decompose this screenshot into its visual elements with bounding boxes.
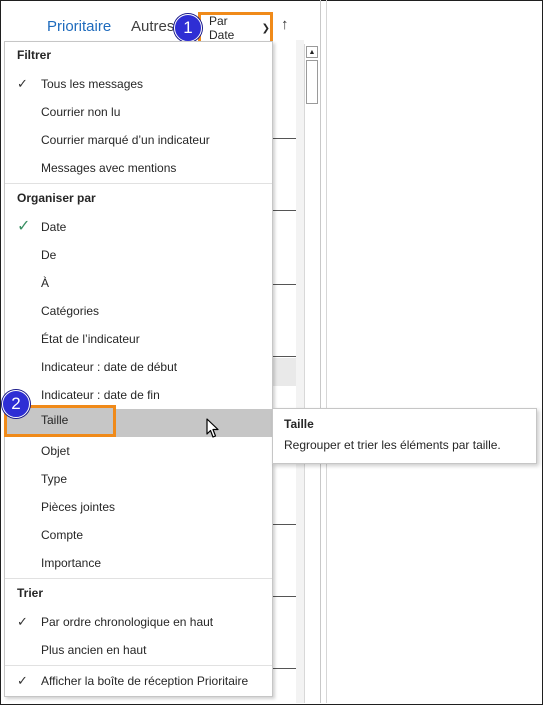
list-row-divider: [271, 668, 297, 669]
menu-item-label: À: [41, 276, 50, 290]
check-icon: ✓: [17, 614, 28, 629]
menu-item-arrange-type[interactable]: Type: [5, 465, 272, 493]
check-icon: ✓: [17, 673, 28, 688]
menu-item-label: Pièces jointes: [41, 500, 116, 514]
menu-item-label: Tous les messages: [41, 77, 144, 91]
menu-item-label: Plus ancien en haut: [41, 643, 147, 657]
menu-separator: [5, 183, 272, 184]
menu-item-label: Messages avec mentions: [41, 161, 177, 175]
inbox-tab-bar: Prioritaire Autres: [1, 0, 321, 40]
scrollbar[interactable]: [304, 44, 320, 703]
menu-item-label: Courrier marqué d’un indicateur: [41, 133, 210, 147]
menu-item-show-focused-inbox[interactable]: ✓ Afficher la boîte de réception Priorit…: [5, 667, 272, 695]
list-row-divider: [271, 596, 297, 597]
list-gutter: [296, 40, 304, 703]
menu-item-label: Indicateur : date de début: [41, 360, 178, 374]
menu-item-label: Type: [41, 472, 68, 486]
scroll-thumb[interactable]: [306, 60, 318, 104]
list-row-shade: [271, 358, 297, 386]
sort-filter-menu: Filtrer ✓ Tous les messages Courrier non…: [4, 41, 273, 697]
step-badge-1: 1: [174, 14, 202, 42]
sort-direction-arrow-icon[interactable]: ↑: [281, 16, 289, 33]
arrange-header: Organiser par: [17, 191, 96, 205]
menu-item-newest-on-top[interactable]: ✓ Par ordre chronologique en haut: [5, 608, 272, 636]
menu-item-label: État de l’indicateur: [41, 332, 140, 346]
menu-item-label: Objet: [41, 444, 70, 458]
menu-item-arrange-flag-status[interactable]: État de l’indicateur: [5, 325, 272, 353]
menu-item-arrange-flag-start[interactable]: Indicateur : date de début: [5, 353, 272, 381]
tooltip-title: Taille: [284, 417, 314, 431]
menu-item-arrange-date[interactable]: ✓ Date: [5, 213, 272, 241]
sort-header: Trier: [17, 586, 44, 600]
list-row-divider: [271, 138, 297, 139]
check-icon: ✓: [17, 76, 28, 91]
menu-item-arrange-to[interactable]: À: [5, 269, 272, 297]
menu-item-oldest-on-top[interactable]: Plus ancien en haut: [5, 636, 272, 664]
menu-separator: [5, 665, 272, 666]
tab-other[interactable]: Autres: [131, 18, 174, 35]
menu-item-label: Afficher la boîte de réception Prioritai…: [41, 674, 249, 688]
menu-item-arrange-subject[interactable]: Objet: [5, 437, 272, 465]
menu-item-label: Catégories: [41, 304, 100, 318]
sort-button-label: Par Date: [209, 14, 235, 42]
menu-item-label: De: [41, 248, 57, 262]
list-row-divider: [271, 210, 297, 211]
menu-item-unread[interactable]: Courrier non lu: [5, 98, 272, 126]
filter-header: Filtrer: [17, 48, 52, 62]
tab-focused[interactable]: Prioritaire: [47, 18, 111, 35]
list-row-divider: [271, 284, 297, 285]
menu-separator: [5, 578, 272, 579]
menu-item-label: Indicateur : date de fin: [41, 388, 160, 402]
menu-item-flagged[interactable]: Courrier marqué d’un indicateur: [5, 126, 272, 154]
menu-item-arrange-attachments[interactable]: Pièces jointes: [5, 493, 272, 521]
chevron-down-icon: ❯: [261, 22, 270, 34]
mouse-pointer-icon: [206, 418, 219, 438]
menu-item-label: Compte: [41, 528, 84, 542]
menu-item-label: Taille: [41, 413, 69, 427]
menu-item-label: Date: [41, 220, 67, 234]
sort-by-date-button[interactable]: Par Date ❯: [198, 12, 273, 44]
check-icon: ✓: [17, 218, 31, 235]
menu-item-label: Courrier non lu: [41, 105, 121, 119]
step-badge-2: 2: [2, 390, 30, 418]
menu-item-arrange-account[interactable]: Compte: [5, 521, 272, 549]
list-row-divider: [271, 524, 297, 525]
menu-item-label: Importance: [41, 556, 102, 570]
pane-divider: [320, 0, 321, 703]
menu-item-label: Par ordre chronologique en haut: [41, 615, 214, 629]
pane-divider: [326, 0, 327, 703]
scroll-up-arrow-icon[interactable]: ▲: [306, 46, 318, 58]
menu-item-arrange-importance[interactable]: Importance: [5, 549, 272, 577]
menu-item-all-messages[interactable]: ✓ Tous les messages: [5, 70, 272, 98]
tooltip-description: Regrouper et trier les éléments par tail…: [284, 438, 501, 452]
menu-item-mentions[interactable]: Messages avec mentions: [5, 154, 272, 182]
menu-item-arrange-categories[interactable]: Catégories: [5, 297, 272, 325]
list-row-divider: [271, 356, 297, 357]
menu-item-arrange-from[interactable]: De: [5, 241, 272, 269]
size-tooltip: Taille Regrouper et trier les éléments p…: [272, 408, 537, 464]
